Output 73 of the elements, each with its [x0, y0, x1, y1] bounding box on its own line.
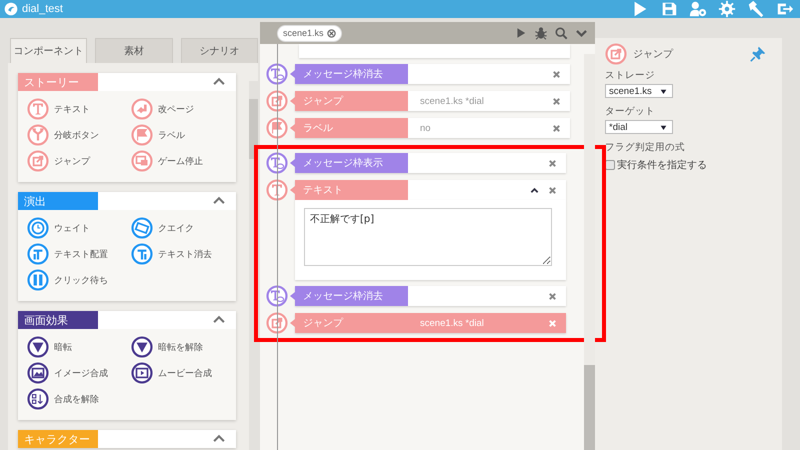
tag-icon: [266, 90, 288, 112]
tag-icon: [266, 312, 288, 334]
component-icon[interactable]: [131, 336, 153, 358]
field-label: ストレージ: [605, 69, 656, 82]
delete-icon[interactable]: [552, 96, 561, 106]
section-title[interactable]: 画面効果: [18, 311, 98, 329]
panel-tab[interactable]: 素材: [95, 38, 173, 63]
component-label[interactable]: イメージ合成: [54, 366, 108, 380]
file-tab-label: scene1.ks: [283, 28, 324, 38]
component-icon[interactable]: [131, 362, 153, 384]
tag-parameter: no: [420, 122, 431, 134]
window-title: dial_test: [22, 3, 63, 15]
settings-icon[interactable]: [718, 0, 736, 18]
close-icon[interactable]: [326, 28, 336, 38]
tag-icon: [266, 179, 288, 201]
field-label: ターゲット: [605, 105, 656, 118]
tag-name: ジャンプ: [290, 91, 408, 111]
pin-icon[interactable]: [750, 46, 766, 62]
tag-name: メッセージ枠消去: [290, 64, 408, 84]
component-label[interactable]: 暗転: [54, 340, 72, 354]
component-label[interactable]: クエイク: [158, 222, 194, 234]
tag-name: ラベル: [290, 118, 408, 138]
field-label: フラグ判定用の式: [605, 141, 686, 154]
component-icon[interactable]: [27, 336, 49, 358]
tag-name: メッセージ枠消去: [290, 286, 408, 306]
delete-icon[interactable]: [548, 292, 557, 300]
component-label[interactable]: 合成を解除: [54, 392, 99, 406]
component-label[interactable]: 改ページ: [158, 102, 194, 116]
component-label[interactable]: テキスト: [54, 102, 90, 116]
user-gear-icon[interactable]: [689, 0, 707, 18]
component-icon[interactable]: [27, 362, 49, 384]
delete-icon[interactable]: [548, 158, 557, 168]
dropdown[interactable]: *dial: [605, 120, 673, 134]
component-label[interactable]: テキスト消去: [158, 248, 212, 260]
play-icon[interactable]: [515, 27, 527, 39]
dropdown-arrow-icon: [660, 124, 667, 130]
tag-parameter: scene1.ks *dial: [420, 96, 484, 106]
tag-name: メッセージ枠表示: [290, 153, 408, 173]
component-label[interactable]: ゲーム停止: [158, 154, 203, 168]
checkbox[interactable]: [605, 160, 615, 170]
component-label[interactable]: ラベル: [158, 128, 185, 142]
search-icon[interactable]: [555, 26, 568, 40]
component-label[interactable]: テキスト配置: [54, 248, 108, 260]
bug-icon[interactable]: [534, 26, 548, 40]
checkbox-label[interactable]: 実行条件を指定する: [617, 158, 707, 172]
delete-icon[interactable]: [548, 186, 557, 194]
component-label[interactable]: ムービー合成: [158, 366, 212, 380]
tag-name: ジャンプ: [290, 313, 408, 333]
scrollbar[interactable]: [584, 54, 595, 450]
component-label[interactable]: ウェイト: [54, 222, 90, 234]
dropdown-arrow-icon: [660, 88, 667, 94]
tag-parameter: scene1.ks *dial: [420, 318, 484, 328]
component-label[interactable]: クリック待ち: [54, 274, 108, 286]
panel-tab[interactable]: シナリオ: [180, 38, 258, 63]
inspector-title: ジャンプ: [633, 48, 674, 61]
tag-icon: [266, 285, 288, 307]
text-input[interactable]: 不正解です[p]: [304, 208, 552, 266]
hammer-icon[interactable]: [747, 0, 765, 18]
tag-icon: [266, 117, 288, 139]
delete-icon[interactable]: [552, 124, 561, 132]
delete-icon[interactable]: [552, 70, 561, 78]
component-label[interactable]: ジャンプ: [54, 154, 90, 168]
component-label[interactable]: 分岐ボタン: [54, 128, 99, 142]
tag-icon: [266, 63, 288, 85]
tag-name: テキスト: [290, 180, 408, 200]
save-icon[interactable]: [660, 0, 678, 18]
dropdown[interactable]: scene1.ks: [605, 84, 673, 98]
collapse-chevron-icon[interactable]: [530, 186, 539, 194]
file-tab[interactable]: scene1.ks: [277, 24, 342, 42]
tag-icon: [266, 152, 288, 174]
component-label[interactable]: 暗転を解除: [158, 340, 203, 354]
component-icon[interactable]: [27, 388, 49, 410]
panel-tab[interactable]: コンポーネント: [10, 38, 88, 63]
